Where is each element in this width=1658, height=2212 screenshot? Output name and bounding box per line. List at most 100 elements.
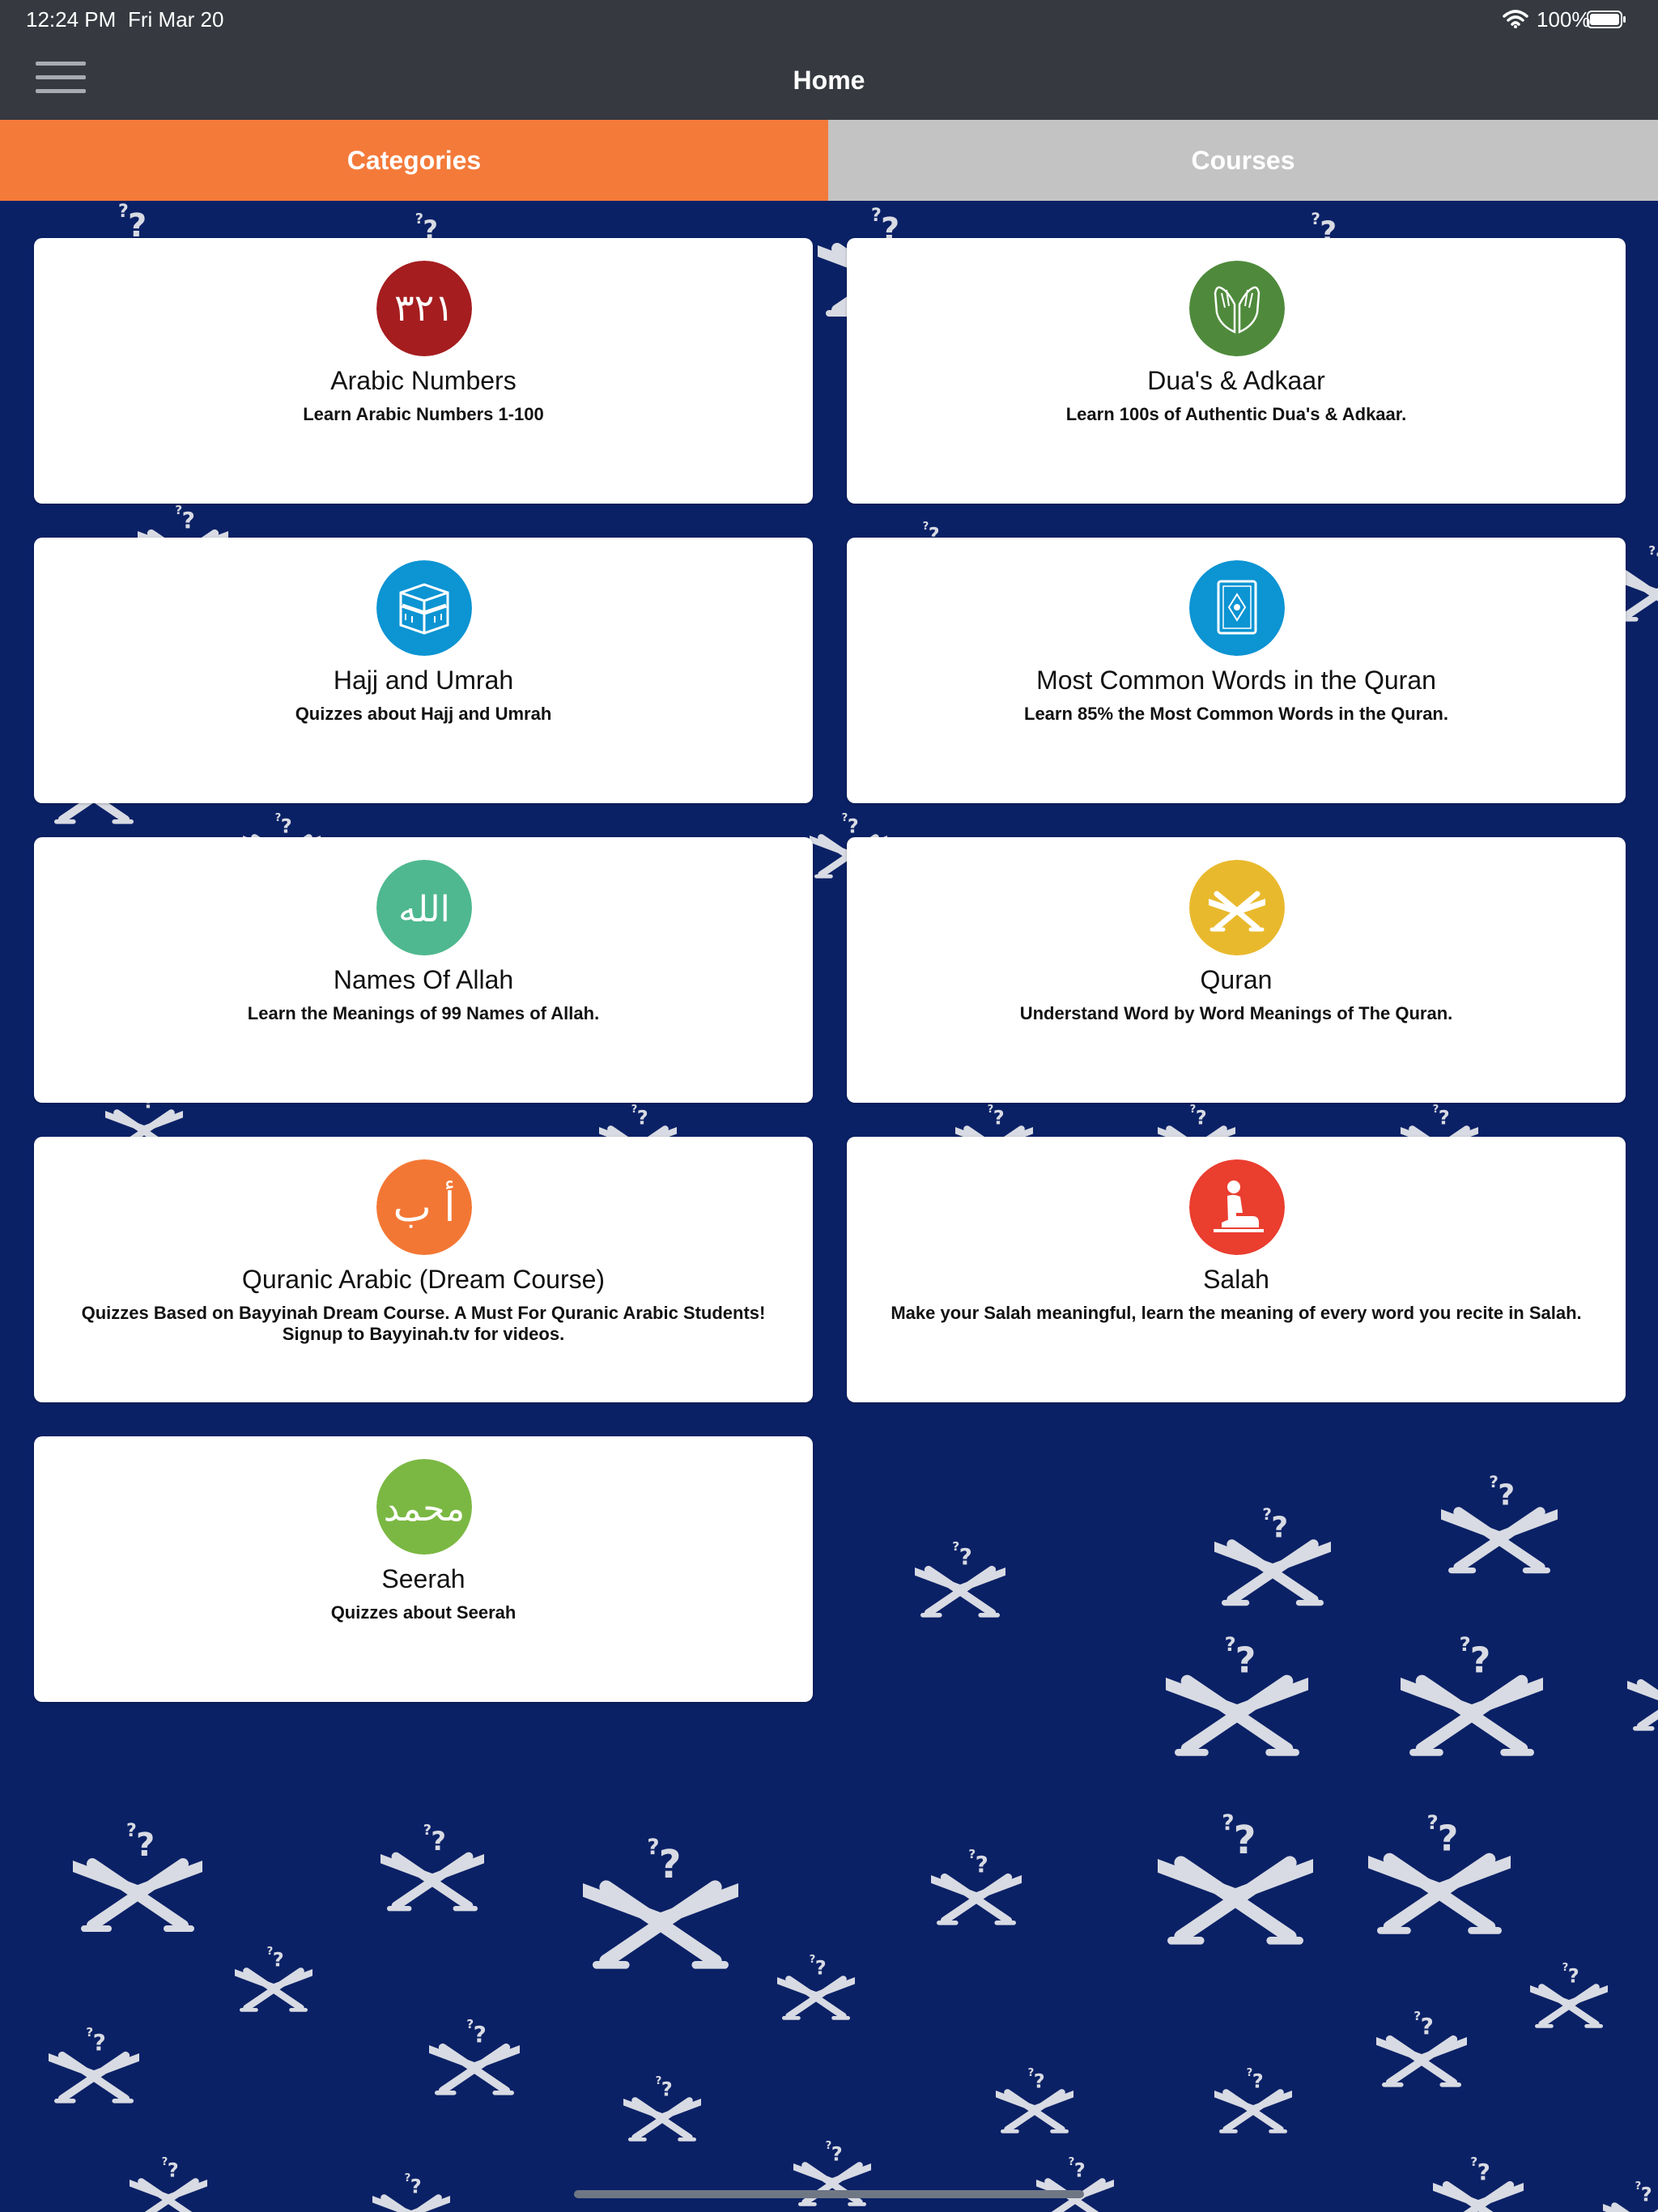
svg-text:?: ?	[275, 812, 282, 824]
status-date: Fri Mar 20	[128, 7, 224, 32]
page-title: Home	[793, 66, 865, 95]
svg-text:?: ?	[1247, 2067, 1253, 2079]
background-quran-glyph: ??	[915, 1539, 1005, 1618]
svg-text:?: ?	[415, 211, 423, 228]
card-hajj-umrah[interactable]: Hajj and Umrah Quizzes about Hajj and Um…	[34, 538, 813, 803]
tab-categories[interactable]: Categories	[0, 120, 828, 201]
card-description: Quizzes about Seerah	[330, 1602, 517, 1623]
card-title: Quran	[1200, 965, 1273, 994]
svg-text:?: ?	[168, 2159, 179, 2181]
svg-text:?: ?	[1641, 2183, 1652, 2206]
svg-text:?: ?	[1234, 1818, 1256, 1863]
card-description: Make your Salah meaningful, learn the me…	[891, 1303, 1582, 1323]
svg-text:?: ?	[1222, 1810, 1234, 1836]
svg-text:?: ?	[1498, 1479, 1515, 1512]
background-quran-glyph: ??	[235, 1946, 312, 2012]
svg-text:?: ?	[182, 507, 195, 534]
svg-text:?: ?	[1252, 2069, 1264, 2092]
svg-text:?: ?	[1421, 2013, 1434, 2040]
svg-text:?: ?	[815, 1956, 827, 1979]
svg-text:?: ?	[1069, 2156, 1075, 2168]
svg-text:?: ?	[474, 2021, 487, 2048]
card-quran[interactable]: Quran Understand Word by Word Meanings o…	[847, 837, 1626, 1103]
svg-text:?: ?	[1489, 1473, 1498, 1491]
card-description: Understand Word by Word Meanings of The …	[1019, 1003, 1453, 1023]
svg-text:?: ?	[162, 2156, 168, 2168]
card-names-of-allah[interactable]: الله Names Of Allah Learn the Meanings o…	[34, 837, 813, 1103]
svg-text:?: ?	[1190, 1104, 1197, 1116]
svg-text:?: ?	[871, 206, 882, 226]
card-arabic-numbers[interactable]: ٣٢١ Arabic Numbers Learn Arabic Numbers …	[34, 238, 813, 504]
background-quran-glyph: ??	[1368, 1811, 1511, 1934]
card-salah[interactable]: Salah Make your Salah meaningful, learn …	[847, 1137, 1626, 1402]
card-description: Learn 85% the Most Common Words in the Q…	[1024, 704, 1448, 724]
quran-stand-icon	[1189, 860, 1285, 955]
background-quran-glyph: ??	[777, 1954, 855, 2020]
tab-courses[interactable]: Courses	[828, 120, 1658, 201]
svg-text:?: ?	[842, 812, 848, 824]
svg-text:?: ?	[1433, 1104, 1439, 1116]
svg-text:٣٢١: ٣٢١	[394, 286, 454, 330]
svg-text:?: ?	[136, 1827, 155, 1864]
card-title: Arabic Numbers	[330, 366, 517, 395]
card-quranic-arabic[interactable]: أ ب Quranic Arabic (Dream Course) Quizze…	[34, 1137, 813, 1402]
card-seerah[interactable]: محمد Seerah Quizzes about Seerah	[34, 1436, 813, 1702]
card-common-words[interactable]: Most Common Words in the Quran Learn 85%…	[847, 538, 1626, 803]
svg-text:?: ?	[1196, 1106, 1207, 1129]
svg-text:?: ?	[466, 2017, 474, 2031]
svg-text:?: ?	[273, 1948, 284, 1971]
battery-icon	[1587, 10, 1627, 35]
svg-text:?: ?	[1568, 1964, 1579, 1987]
card-title: Names Of Allah	[333, 965, 514, 994]
svg-text:?: ?	[959, 1543, 972, 1570]
quran-book-icon	[1189, 560, 1285, 656]
svg-text:?: ?	[1034, 2069, 1045, 2092]
svg-text:?: ?	[976, 1851, 988, 1878]
svg-text:?: ?	[826, 2140, 832, 2152]
card-duas-adkaar[interactable]: Dua's & Adkaar Learn 100s of Authentic D…	[847, 238, 1626, 504]
svg-text:?: ?	[923, 521, 929, 533]
background-quran-glyph: ??	[583, 1835, 738, 1969]
home-indicator[interactable]	[574, 2190, 1084, 2198]
background-quran-glyph: ??	[931, 1847, 1022, 1925]
background-quran-glyph: ??	[1401, 1633, 1543, 1756]
svg-text:?: ?	[1470, 1640, 1491, 1681]
background-quran-glyph: ??	[1214, 2067, 1292, 2133]
svg-text:?: ?	[1271, 1512, 1288, 1545]
background-quran-glyph: ??	[1530, 1962, 1608, 2028]
svg-text:?: ?	[661, 2078, 673, 2100]
background-quran-glyph: ??	[73, 1821, 202, 1932]
card-title: Hajj and Umrah	[333, 666, 514, 695]
svg-text:?: ?	[1235, 1640, 1256, 1681]
status-time: 12:24 PM	[26, 7, 117, 32]
card-title: Salah	[1203, 1265, 1269, 1294]
background-quran-glyph: ??	[1214, 1505, 1331, 1606]
kaaba-icon	[376, 560, 472, 656]
svg-text:?: ?	[810, 1954, 816, 1966]
svg-text:?: ?	[1648, 543, 1656, 558]
svg-text:?: ?	[281, 815, 292, 837]
card-description: Learn Arabic Numbers 1-100	[303, 404, 544, 424]
card-title: Most Common Words in the Quran	[1036, 666, 1436, 695]
background-quran-glyph: ??	[1036, 2156, 1114, 2212]
svg-text:?: ?	[1477, 2159, 1490, 2185]
svg-text:?: ?	[1562, 1962, 1569, 1974]
background-quran-glyph: ??	[1603, 2180, 1658, 2212]
svg-text:?: ?	[952, 1539, 959, 1554]
svg-text:?: ?	[968, 1847, 976, 1861]
card-title: Seerah	[381, 1564, 466, 1593]
background-quran-glyph: ??	[623, 2075, 701, 2142]
background-quran-glyph: ??	[380, 1823, 484, 1912]
wifi-icon	[1503, 9, 1528, 34]
background-quran-glyph: ??	[1627, 1678, 1658, 1731]
svg-text:?: ?	[1262, 1505, 1271, 1524]
background-quran-glyph: ??	[1433, 2155, 1524, 2212]
svg-text:?: ?	[405, 2172, 411, 2184]
card-description: Quizzes about Hajj and Umrah	[295, 704, 552, 724]
svg-text:?: ?	[1427, 1811, 1439, 1834]
svg-text:?: ?	[1470, 2155, 1477, 2169]
background-quran-glyph: ??	[372, 2172, 451, 2212]
svg-text:?: ?	[656, 2075, 662, 2087]
card-title: Quranic Arabic (Dream Course)	[241, 1265, 606, 1294]
svg-text:?: ?	[1635, 2180, 1642, 2193]
